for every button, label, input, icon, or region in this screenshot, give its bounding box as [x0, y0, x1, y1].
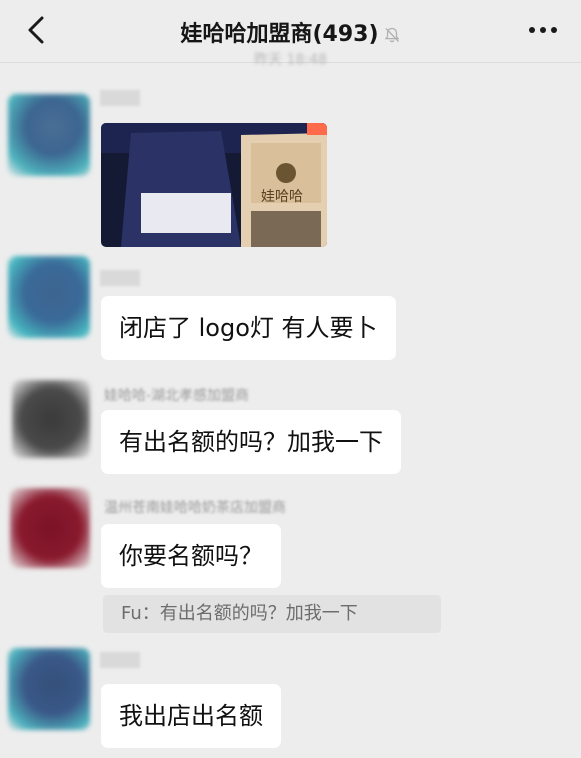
chat-title: 娃哈哈加盟商(493) [0, 16, 581, 48]
sender-name [100, 270, 140, 286]
message-bubble[interactable]: 我出店出名额 [101, 684, 281, 748]
avatar[interactable] [8, 94, 90, 176]
message-text: 有出名额的吗？加我一下 [119, 428, 383, 456]
message-bubble[interactable]: 有出名额的吗？加我一下 [101, 410, 401, 474]
store-sign: 娃哈哈 [261, 189, 303, 205]
ellipsis-icon [529, 27, 557, 33]
more-button[interactable] [523, 16, 563, 44]
storefront-photo: 娃哈哈 [101, 123, 327, 247]
avatar[interactable] [8, 648, 90, 730]
avatar[interactable] [12, 380, 90, 458]
quote-text: Fu：有出名额的吗？加我一下 [121, 603, 358, 624]
message-image[interactable]: 娃哈哈 [101, 123, 327, 247]
timestamp: 昨天 18:48 [254, 52, 327, 68]
sender-name: 娃哈哈-湖北孝感加盟商 [104, 388, 250, 404]
message-bubble[interactable]: 闭店了 logo灯 有人要卜 [101, 296, 396, 360]
message-bubble[interactable]: 你要名额吗？ [101, 524, 281, 588]
avatar[interactable] [10, 488, 90, 568]
message-text: 闭店了 logo灯 有人要卜 [119, 314, 378, 342]
message-text: 我出店出名额 [119, 702, 263, 730]
bell-off-icon [384, 27, 399, 43]
quoted-reply[interactable]: Fu：有出名额的吗？加我一下 [103, 595, 441, 633]
avatar[interactable] [8, 256, 90, 338]
group-name: 娃哈哈加盟商(493) [180, 22, 379, 47]
sender-name [100, 90, 140, 106]
sender-name: 温州苍南娃哈哈奶茶店加盟商 [104, 500, 286, 516]
sender-name [100, 652, 140, 668]
message-text: 你要名额吗？ [119, 542, 263, 570]
